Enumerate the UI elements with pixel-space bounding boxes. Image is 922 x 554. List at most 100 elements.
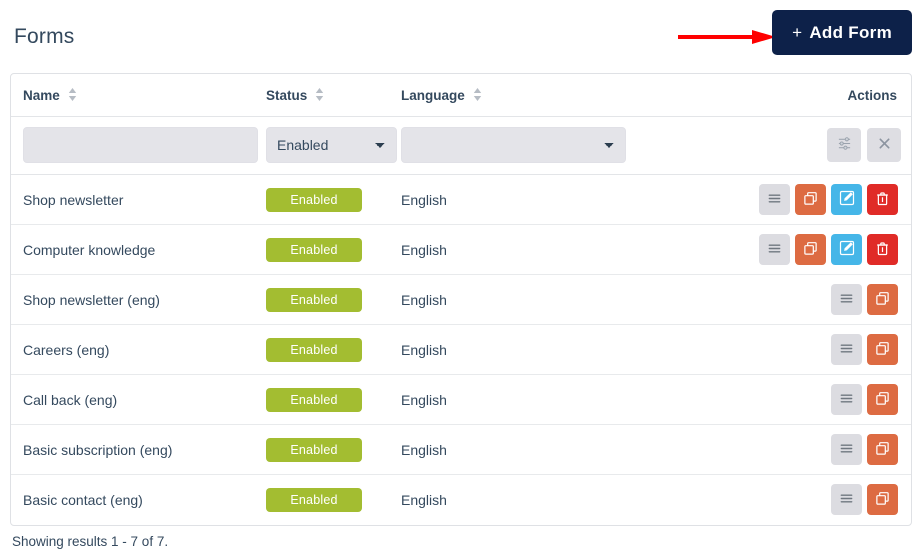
copy-icon xyxy=(803,191,818,209)
cell-name: Shop newsletter (eng) xyxy=(11,274,266,325)
filter-cell-status: Enabled xyxy=(266,116,401,175)
column-header-actions-label: Actions xyxy=(847,88,897,103)
row-menu-button[interactable] xyxy=(759,184,790,215)
sort-arrows-icon[interactable] xyxy=(315,88,324,101)
column-header-actions: Actions xyxy=(741,74,911,117)
table-row: Computer knowledge Enabled English xyxy=(11,224,911,275)
row-copy-button[interactable] xyxy=(795,234,826,265)
row-delete-button[interactable] xyxy=(867,184,898,215)
menu-icon xyxy=(839,341,854,359)
row-edit-button[interactable] xyxy=(831,234,862,265)
language-label: English xyxy=(401,241,447,258)
status-badge: Enabled xyxy=(266,187,362,212)
table-row: Shop newsletter Enabled English xyxy=(11,174,911,225)
copy-icon xyxy=(875,291,890,309)
menu-icon xyxy=(839,391,854,409)
filter-status-select[interactable]: Enabled xyxy=(266,127,397,163)
row-menu-button[interactable] xyxy=(831,434,862,465)
form-name-label: Call back (eng) xyxy=(23,391,118,408)
menu-icon xyxy=(767,191,782,209)
column-header-name-label: Name xyxy=(23,88,60,103)
menu-icon xyxy=(767,241,782,259)
row-actions-group xyxy=(741,434,911,465)
filter-clear-button[interactable] xyxy=(867,128,901,162)
table-row: Basic subscription (eng) Enabled English xyxy=(11,424,911,475)
row-copy-button[interactable] xyxy=(867,434,898,465)
sort-arrows-icon[interactable] xyxy=(68,88,77,101)
cell-language: English xyxy=(401,424,741,475)
cell-name: Call back (eng) xyxy=(11,374,266,425)
cell-status: Enabled xyxy=(266,174,401,225)
column-header-status-label: Status xyxy=(266,88,308,103)
edit-icon xyxy=(839,190,855,209)
row-actions-group xyxy=(741,334,911,365)
row-edit-button[interactable] xyxy=(831,184,862,215)
cell-name: Computer knowledge xyxy=(11,224,266,275)
language-label: English xyxy=(401,341,447,358)
row-delete-button[interactable] xyxy=(867,234,898,265)
cell-status: Enabled xyxy=(266,324,401,375)
status-badge: Enabled xyxy=(266,387,362,412)
cell-status: Enabled xyxy=(266,424,401,475)
row-copy-button[interactable] xyxy=(867,384,898,415)
copy-icon xyxy=(875,491,890,509)
form-name-label: Basic contact (eng) xyxy=(23,491,143,508)
column-header-language[interactable]: Language xyxy=(401,74,741,117)
language-label: English xyxy=(401,491,447,508)
cell-language: English xyxy=(401,324,741,375)
status-badge: Enabled xyxy=(266,437,362,462)
column-header-name[interactable]: Name xyxy=(11,74,266,117)
status-badge: Enabled xyxy=(266,487,362,512)
cell-actions xyxy=(741,374,911,425)
form-name-label: Shop newsletter xyxy=(23,191,124,208)
row-copy-button[interactable] xyxy=(867,484,898,516)
filter-language-select[interactable] xyxy=(401,127,626,163)
filter-name-input[interactable] xyxy=(23,127,258,163)
delete-icon xyxy=(875,191,890,209)
row-menu-button[interactable] xyxy=(831,334,862,365)
row-actions-group xyxy=(741,184,911,215)
row-menu-button[interactable] xyxy=(831,484,862,516)
row-menu-button[interactable] xyxy=(759,234,790,265)
add-form-button[interactable]: + Add Form xyxy=(772,10,912,55)
forms-table: Name Status Language Actions Enabled Sho… xyxy=(11,74,911,525)
status-badge: Enabled xyxy=(266,237,362,262)
forms-table-card: Name Status Language Actions Enabled Sho… xyxy=(10,73,912,526)
cell-status: Enabled xyxy=(266,224,401,275)
cell-language: English xyxy=(401,374,741,425)
table-row: Careers (eng) Enabled English xyxy=(11,324,911,375)
cell-actions xyxy=(741,174,911,225)
cell-name: Shop newsletter xyxy=(11,174,266,225)
row-copy-button[interactable] xyxy=(795,184,826,215)
row-copy-button[interactable] xyxy=(867,284,898,315)
page-title: Forms xyxy=(14,24,75,48)
cell-language: English xyxy=(401,224,741,275)
copy-icon xyxy=(875,441,890,459)
cell-actions xyxy=(741,475,911,525)
column-header-status[interactable]: Status xyxy=(266,74,401,117)
column-header-language-label: Language xyxy=(401,88,465,103)
cell-status: Enabled xyxy=(266,374,401,425)
copy-icon xyxy=(875,341,890,359)
filter-apply-button[interactable] xyxy=(827,128,861,162)
cell-name: Basic subscription (eng) xyxy=(11,424,266,475)
language-label: English xyxy=(401,391,447,408)
results-summary: Showing results 1 - 7 of 7. xyxy=(12,533,169,549)
status-badge: Enabled xyxy=(266,337,362,362)
filter-cell-actions xyxy=(741,116,911,175)
cell-name: Careers (eng) xyxy=(11,324,266,375)
row-menu-button[interactable] xyxy=(831,284,862,315)
status-badge: Enabled xyxy=(266,287,362,312)
sort-arrows-icon[interactable] xyxy=(473,88,482,101)
delete-icon xyxy=(875,241,890,259)
plus-icon: + xyxy=(792,22,803,42)
form-name-label: Shop newsletter (eng) xyxy=(23,291,160,308)
cell-actions xyxy=(741,424,911,475)
cell-actions xyxy=(741,224,911,275)
row-menu-button[interactable] xyxy=(831,384,862,415)
table-row: Basic contact (eng) Enabled English xyxy=(11,475,911,525)
table-row: Shop newsletter (eng) Enabled English xyxy=(11,274,911,325)
table-body: Enabled Shop newsletter Enabled English … xyxy=(11,116,911,525)
row-copy-button[interactable] xyxy=(867,334,898,365)
row-actions-group xyxy=(741,234,911,265)
